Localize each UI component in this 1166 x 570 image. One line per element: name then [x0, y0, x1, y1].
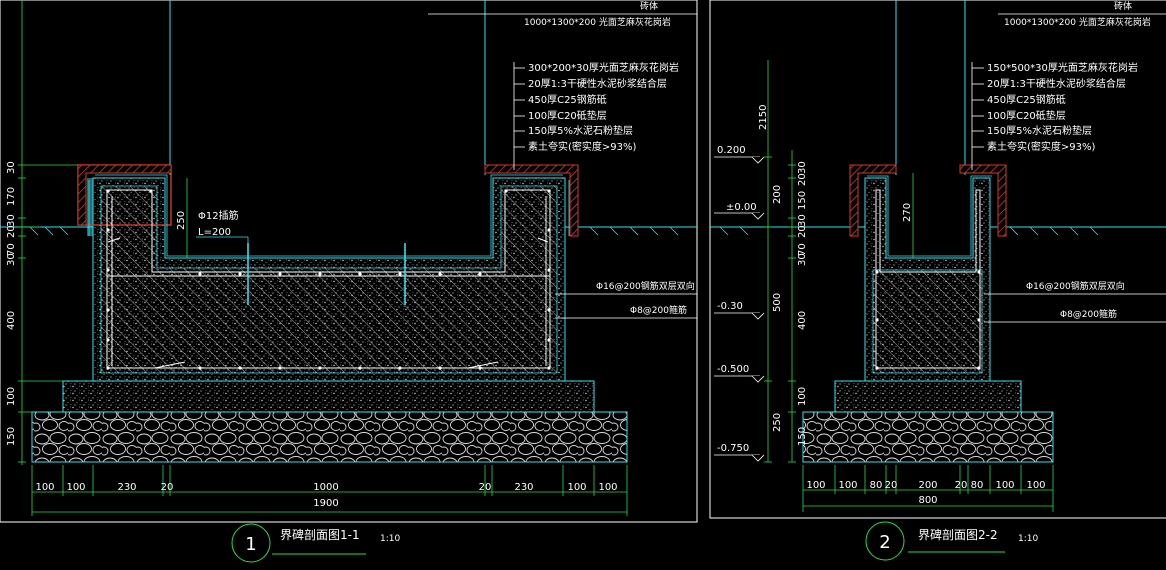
stone-base — [31, 411, 628, 463]
layer-right-3: 100厚C20砥垫层 — [987, 109, 1066, 122]
dim-total-right: 800 — [918, 495, 937, 506]
inner-dim-4: 20 — [797, 225, 808, 238]
layer-right-1: 20厚1:3干硬性水泥砂浆结合层 — [987, 77, 1126, 90]
elev-3: -0.500 — [717, 364, 749, 375]
anchor-note-1: Φ12插筋 — [198, 209, 239, 222]
layer-left-2: 450厚C25钢筋砥 — [528, 93, 607, 106]
dim-bottom-left-3: 20 — [161, 482, 174, 493]
dim-left-0: 30 — [6, 161, 17, 174]
rebar-note-left-2: Φ8@200箍筋 — [630, 304, 687, 316]
dim-bottom-left-5: 20 — [479, 482, 492, 493]
section-number-2: 2 — [879, 532, 890, 553]
layer-left-3: 100厚C20砥垫层 — [528, 109, 607, 122]
elev-2: -0.30 — [717, 301, 743, 312]
dim-bottom-left-0: 100 — [35, 482, 54, 493]
rebar-note-right-1: Φ16@200钢筋双层双向 — [1026, 280, 1125, 292]
dim-left-5: 30 — [6, 253, 17, 266]
layer-right-2: 450厚C25钢筋砥 — [987, 93, 1066, 106]
dim-270: 270 — [902, 203, 913, 222]
top-spec-right: 1000*1300*200 光面芝麻灰花岗岩 — [1004, 16, 1151, 28]
drawing-canvas: 30 170 30 20 70 30 400 100 150 250 Φ12插筋… — [0, 0, 1166, 563]
dim-left-2: 30 — [6, 214, 17, 227]
dim-bottom-left-4: 1000 — [313, 482, 338, 493]
outer-dim-0: 2150 — [758, 105, 769, 130]
inner-dim-2: 150 — [797, 191, 808, 210]
dim-bottom-right-5: 20 — [955, 480, 968, 491]
dim-bottom-left-8: 100 — [598, 482, 617, 493]
anchor-note-2: L=200 — [198, 227, 231, 238]
section-title-1: 界碑剖面图1-1 — [280, 527, 360, 542]
dim-bottom-right-7: 100 — [995, 480, 1014, 491]
dim-bottom-right-0: 100 — [806, 480, 825, 491]
dim-bottom-right-6: 80 — [971, 480, 984, 491]
dim-left-1: 170 — [6, 187, 17, 206]
dim-bottom-left-7: 100 — [567, 482, 586, 493]
dim-bottom-left-6: 230 — [514, 482, 533, 493]
section-title-2: 界碑剖面图2-2 — [918, 527, 998, 542]
dim-left-3: 20 — [6, 225, 17, 238]
inner-dim-9: 150 — [797, 427, 808, 446]
dim-bottom-left-2: 230 — [117, 482, 136, 493]
dim-left-7: 100 — [6, 387, 17, 406]
outer-dim-2: 500 — [772, 293, 783, 312]
outer-dim-1: 200 — [772, 185, 783, 204]
dim-bottom-right-3: 20 — [885, 480, 898, 491]
layer-right-5: 素土夸实(密实度>93%) — [987, 140, 1096, 153]
layer-right-0: 150*500*30厚光面芝麻灰花岗岩 — [987, 61, 1138, 74]
layer-left-1: 20厚1:3干硬性水泥砂浆结合层 — [528, 77, 667, 90]
dim-bottom-right-2: 80 — [870, 480, 883, 491]
dim-bottom-right-8: 100 — [1026, 480, 1045, 491]
section-2-2: 270 0.200 ±0.00 -0.30 -0.500 -0.750 2150… — [710, 0, 1166, 561]
dim-bottom-left-1: 100 — [66, 482, 85, 493]
concrete-pad-2 — [834, 380, 1022, 413]
dim-left-6: 400 — [6, 311, 17, 330]
layer-left-4: 150厚5%水泥石粉垫层 — [528, 124, 633, 137]
top-note-left: 砖体 — [640, 0, 658, 12]
dim-bottom-right-1: 100 — [838, 480, 857, 491]
section-scale-2: 1:10 — [1018, 534, 1038, 544]
elev-4: -0.750 — [717, 443, 749, 454]
inner-dim-7: 400 — [797, 311, 808, 330]
dim-total-left: 1900 — [313, 498, 338, 509]
top-note-right: 砖体 — [1114, 0, 1132, 12]
stone-base-2 — [802, 411, 1054, 463]
layer-left-0: 300*200*30厚光面芝麻灰花岗岩 — [528, 61, 679, 74]
inner-dim-3: 30 — [797, 214, 808, 227]
concrete-pad — [62, 380, 595, 413]
inner-dim-0: 30 — [797, 161, 808, 174]
dim-left-8: 150 — [6, 427, 17, 446]
top-spec-left: 1000*1300*200 光面芝麻灰花岗岩 — [524, 16, 671, 28]
dim-bottom-right-4: 200 — [918, 480, 937, 491]
rebar-note-left-1: Φ16@200钢筋双层双向 — [596, 280, 695, 292]
rebar-note-right-2: Φ8@200箍筋 — [1060, 308, 1117, 320]
dim-250: 250 — [176, 211, 187, 230]
elev-0: 0.200 — [717, 145, 746, 156]
elev-1: ±0.00 — [726, 202, 757, 213]
section-1-1: 30 170 30 20 70 30 400 100 150 250 Φ12插筋… — [0, 0, 697, 563]
layer-left-5: 素土夸实(密实度>93%) — [528, 140, 637, 153]
section-scale-1: 1:10 — [380, 534, 400, 544]
outer-dim-3: 250 — [772, 413, 783, 432]
inner-dim-1: 20 — [797, 173, 808, 186]
layer-right-4: 150厚5%水泥石粉垫层 — [987, 124, 1092, 137]
inner-dim-8: 100 — [797, 387, 808, 406]
inner-dim-6: 30 — [797, 253, 808, 266]
section-number-1: 1 — [245, 534, 256, 555]
